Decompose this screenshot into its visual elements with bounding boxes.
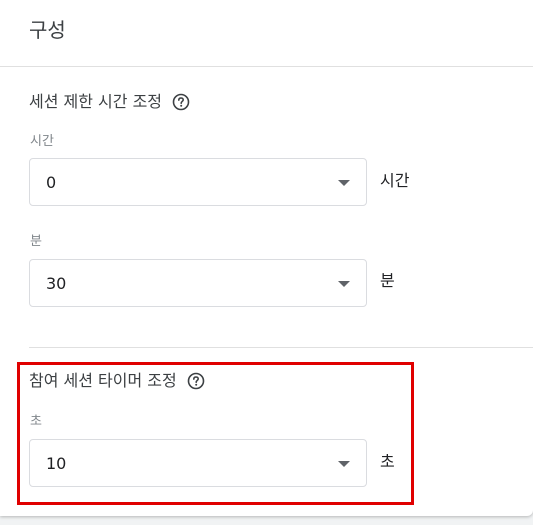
minutes-select-value: 30 [46, 274, 67, 293]
hours-select-value: 0 [46, 173, 57, 192]
hours-unit: 시간 [380, 171, 410, 190]
session-timeout-title: 세션 제한 시간 조정 [29, 92, 163, 111]
help-icon[interactable] [172, 93, 190, 111]
caret-down-icon [338, 180, 350, 186]
session-timeout-heading: 세션 제한 시간 조정 [29, 91, 190, 113]
hours-select[interactable]: 0 [29, 158, 367, 206]
caret-down-icon [338, 281, 350, 287]
configuration-panel: 구성 세션 제한 시간 조정 시간 0 시간 분 30 분 참여 세션 타이머 … [0, 0, 533, 516]
minutes-field-label: 분 [30, 234, 42, 249]
hours-field-label: 시간 [30, 134, 54, 149]
minutes-unit: 분 [380, 271, 395, 290]
minutes-select[interactable]: 30 [29, 259, 367, 307]
section-divider [29, 347, 533, 348]
page-title: 구성 [29, 18, 66, 42]
highlight-box [17, 362, 414, 505]
panel-header: 구성 [0, 0, 533, 67]
